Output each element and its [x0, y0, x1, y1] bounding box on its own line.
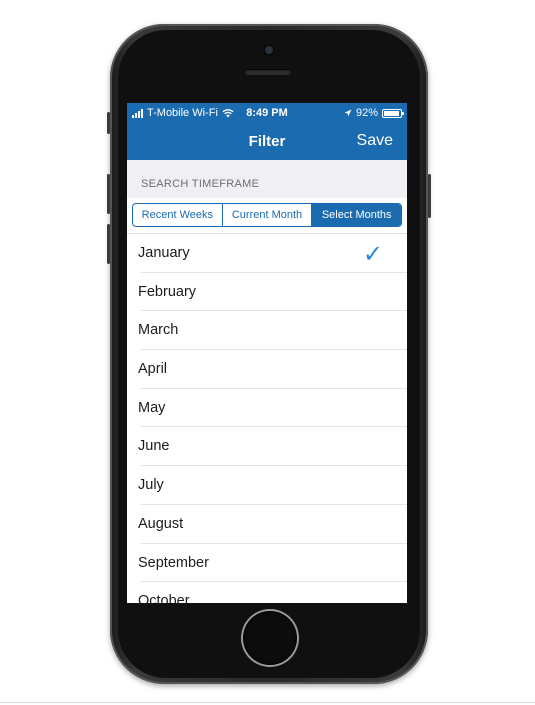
mute-switch [107, 112, 110, 134]
battery-tip [402, 111, 404, 115]
segment-recent-weeks[interactable]: Recent Weeks [133, 204, 223, 226]
month-label: July [138, 477, 164, 494]
month-label: May [138, 399, 166, 416]
battery-icon [382, 108, 404, 118]
month-row-april[interactable]: April [127, 350, 407, 389]
month-label: April [138, 361, 168, 378]
home-button[interactable] [243, 611, 297, 665]
volume-up-button [107, 174, 110, 214]
location-arrow-icon [344, 109, 352, 116]
month-row-january[interactable]: January ✓ [127, 234, 407, 273]
segment-select-months[interactable]: Select Months [312, 204, 401, 226]
segment-current-month[interactable]: Current Month [223, 204, 313, 226]
month-row-may[interactable]: May [127, 389, 407, 428]
month-label: October [138, 593, 190, 603]
front-camera [265, 46, 273, 54]
month-row-august[interactable]: August [127, 505, 407, 544]
navigation-bar: Filter Save [127, 123, 407, 160]
month-row-march[interactable]: March [127, 311, 407, 350]
section-label: SEARCH TIMEFRAME [141, 178, 260, 190]
timeframe-segmented-control: Recent Weeks Current Month Select Months [132, 203, 402, 227]
app-screen: T-Mobile Wi-Fi 8:49 PM 92% Filter Save S… [127, 103, 407, 603]
month-row-july[interactable]: July [127, 466, 407, 505]
power-button [428, 174, 431, 218]
month-row-september[interactable]: September [127, 544, 407, 583]
status-right: 92% [344, 107, 404, 119]
save-button[interactable]: Save [357, 132, 393, 150]
month-list: January ✓ February March April May June … [127, 234, 407, 603]
battery-percent: 92% [355, 107, 378, 119]
status-bar: T-Mobile Wi-Fi 8:49 PM 92% [127, 103, 407, 123]
battery-fill [384, 110, 399, 116]
volume-down-button [107, 224, 110, 264]
month-row-february[interactable]: February [127, 273, 407, 312]
month-label: August [138, 515, 184, 532]
checkmark-icon: ✓ [362, 241, 383, 268]
month-label: January [138, 245, 190, 261]
section-header: SEARCH TIMEFRAME [127, 160, 407, 198]
month-row-june[interactable]: June [127, 427, 407, 466]
page-bottom-border [0, 702, 535, 703]
earpiece-speaker [245, 69, 291, 75]
month-label: September [138, 554, 209, 571]
month-label: February [138, 283, 197, 300]
month-label: June [138, 438, 170, 455]
month-row-october[interactable]: October [127, 582, 407, 603]
month-label: March [138, 322, 179, 339]
